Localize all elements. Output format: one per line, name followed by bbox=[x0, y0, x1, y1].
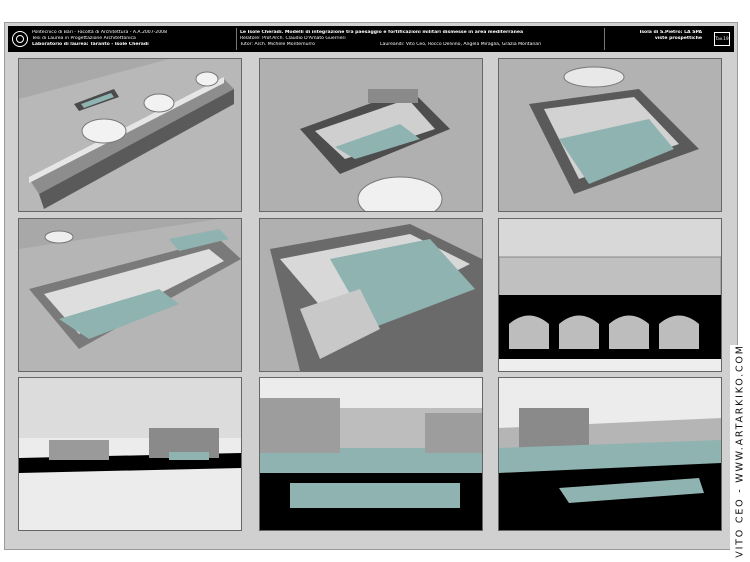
university-logo-icon bbox=[12, 31, 28, 47]
students-line: Laureandi: Vito Ceo, Rocco Delvino, Ange… bbox=[380, 42, 542, 47]
courtyard-view-2 bbox=[498, 58, 722, 212]
section-view-2 bbox=[18, 377, 242, 531]
courtyard-view-1 bbox=[259, 58, 483, 212]
tutor-text: Tutor: Arch. Michele Montemurro bbox=[240, 42, 315, 47]
section-view-1 bbox=[498, 218, 722, 372]
title-block-right: Isola di S.Pietro: LA SPA viste prospett… bbox=[608, 30, 702, 42]
title-block: Politecnico di Bari - Facoltà di Archite… bbox=[8, 26, 734, 52]
title-block-left: Politecnico di Bari - Facoltà di Archite… bbox=[32, 30, 232, 48]
courtyard-view-3 bbox=[259, 218, 483, 372]
sheet-number: Tav.19 bbox=[714, 32, 730, 46]
tutor-line: Tutor: Arch. Michele Montemurro Laureand… bbox=[240, 42, 600, 48]
sheet-type: viste prospettiche bbox=[654, 36, 702, 41]
title-block-divider bbox=[604, 28, 605, 50]
section-view-3 bbox=[259, 377, 483, 531]
author-credit-text: VITO CEO - WWW.ARTARKIKO.COM bbox=[734, 344, 746, 558]
aerial-view-2 bbox=[18, 218, 242, 372]
aerial-view-1 bbox=[18, 58, 242, 212]
section-view-4 bbox=[498, 377, 722, 531]
title-block-divider bbox=[236, 28, 237, 50]
title-block-center: Le Isole Cheradi. Modelli di integrazion… bbox=[240, 30, 600, 48]
author-credit: VITO CEO - WWW.ARTARKIKO.COM bbox=[730, 344, 750, 558]
lab-line: Laboratorio di laurea: Taranto - Isole C… bbox=[32, 42, 149, 47]
